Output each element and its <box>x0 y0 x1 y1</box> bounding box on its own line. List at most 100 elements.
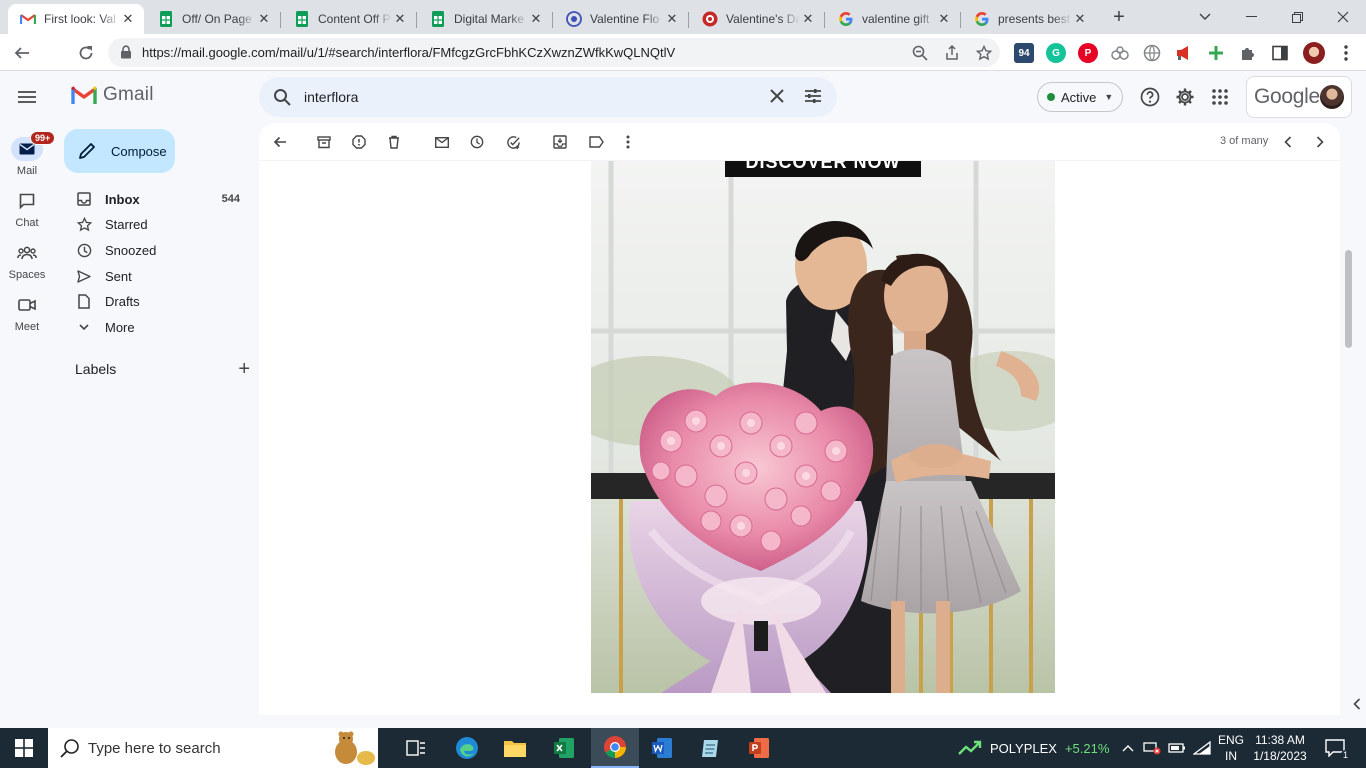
notepad-icon[interactable] <box>688 728 734 768</box>
language-indicator[interactable]: ENG IN <box>1218 732 1244 764</box>
help-icon[interactable] <box>1137 84 1163 110</box>
tab-first-look[interactable]: First look: Val ✕ <box>8 4 144 34</box>
bookmark-star-icon[interactable] <box>975 44 993 62</box>
wifi-icon[interactable] <box>1191 728 1213 768</box>
megaphone-icon[interactable] <box>1174 43 1194 63</box>
edge-icon[interactable] <box>444 728 490 768</box>
discover-now-banner[interactable]: DISCOVER NOW <box>725 161 921 177</box>
rail-item-spaces[interactable]: Spaces <box>0 241 54 281</box>
rail-item-meet[interactable]: Meet <box>0 293 54 333</box>
restore-button[interactable] <box>1274 0 1320 34</box>
newer-chevron-icon[interactable] <box>1277 131 1299 153</box>
side-panel-toggle-icon[interactable] <box>1348 694 1366 714</box>
status-selector[interactable]: Active ▼ <box>1037 82 1123 112</box>
taskbar-search-box[interactable]: Type here to search <box>48 728 378 768</box>
rail-item-chat[interactable]: Chat <box>0 189 54 229</box>
back-to-search-icon[interactable] <box>269 131 291 153</box>
chrome-menu-icon[interactable] <box>1336 43 1356 63</box>
sidebar-item-snoozed[interactable]: Snoozed <box>54 237 250 263</box>
archive-icon[interactable] <box>313 131 335 153</box>
main-menu-icon[interactable] <box>14 84 40 110</box>
compose-button[interactable]: Compose <box>64 129 175 173</box>
rail-item-mail[interactable]: 99+ Mail <box>0 131 56 177</box>
tab-valentines-day[interactable]: Valentine's Da ✕ <box>690 4 825 34</box>
clear-search-icon[interactable] <box>769 88 785 107</box>
zoom-icon[interactable] <box>911 44 929 62</box>
search-input[interactable] <box>304 86 744 108</box>
mark-unread-icon[interactable] <box>431 131 453 153</box>
back-button[interactable] <box>8 39 36 67</box>
extension-icon[interactable] <box>1110 43 1130 63</box>
stock-change: +5.21% <box>1064 740 1110 756</box>
search-icon[interactable] <box>273 88 291 109</box>
gmail-logo[interactable]: Gmail <box>71 84 154 106</box>
network-error-icon[interactable] <box>1141 728 1163 768</box>
lock-icon[interactable] <box>120 45 132 62</box>
tab-valentine-gift[interactable]: valentine gift ✕ <box>826 4 961 34</box>
close-icon[interactable]: ✕ <box>120 11 136 27</box>
address-bar[interactable]: https://mail.google.com/mail/u/1/#search… <box>108 38 1000 67</box>
minimize-button[interactable] <box>1228 0 1274 34</box>
globe-extension-icon[interactable] <box>1142 43 1162 63</box>
sidebar-item-drafts[interactable]: Drafts <box>54 288 250 314</box>
side-panel-icon[interactable] <box>1270 43 1290 63</box>
report-spam-icon[interactable] <box>348 131 370 153</box>
mail-search-bar[interactable] <box>259 77 837 117</box>
search-options-icon[interactable] <box>804 88 822 107</box>
powerpoint-icon[interactable] <box>736 728 782 768</box>
start-windows-icon[interactable] <box>0 728 48 768</box>
app-rail: 99+ Mail Chat Spaces Meet <box>0 123 56 728</box>
show-hidden-icons-icon[interactable] <box>1118 728 1138 768</box>
pinterest-icon[interactable]: P <box>1078 43 1098 63</box>
add-extension-icon[interactable] <box>1206 43 1226 63</box>
label-icon[interactable] <box>585 131 607 153</box>
scrollbar-track[interactable] <box>1341 161 1355 715</box>
status-dot-icon <box>1047 93 1055 101</box>
apps-grid-icon[interactable] <box>1207 84 1233 110</box>
task-view-icon[interactable] <box>394 728 438 768</box>
clock[interactable]: 11:38 AM 1/18/2023 <box>1249 732 1311 764</box>
file-explorer-icon[interactable] <box>492 728 538 768</box>
add-label-icon[interactable]: + <box>238 359 250 379</box>
share-icon[interactable] <box>943 44 961 62</box>
sidebar-item-more[interactable]: More <box>54 314 250 340</box>
reload-button[interactable] <box>72 39 100 67</box>
word-icon[interactable] <box>639 728 685 768</box>
window-close-button[interactable] <box>1320 0 1366 34</box>
more-options-icon[interactable] <box>617 131 639 153</box>
settings-gear-icon[interactable] <box>1172 84 1198 110</box>
extension-badge-icon[interactable]: 94 <box>1014 43 1034 63</box>
close-icon[interactable]: ✕ <box>936 11 952 27</box>
scrollbar-thumb[interactable] <box>1345 250 1352 348</box>
close-icon[interactable]: ✕ <box>1072 11 1088 27</box>
google-account-button[interactable]: Google <box>1246 76 1352 118</box>
delete-icon[interactable] <box>383 131 405 153</box>
close-icon[interactable]: ✕ <box>256 11 272 27</box>
move-to-icon[interactable] <box>549 131 571 153</box>
stock-widget[interactable]: POLYPLEX +5.21% <box>958 728 1109 768</box>
tab-presents-best[interactable]: presents best ✕ <box>962 4 1096 34</box>
tab-valentine-flowers[interactable]: Valentine Flo ✕ <box>554 4 689 34</box>
close-icon[interactable]: ✕ <box>800 11 816 27</box>
snooze-icon[interactable] <box>466 131 488 153</box>
battery-icon[interactable] <box>1166 728 1188 768</box>
close-icon[interactable]: ✕ <box>664 11 680 27</box>
tab-digital-marketing[interactable]: Digital Marke ✕ <box>418 4 553 34</box>
excel-icon[interactable] <box>541 728 587 768</box>
puzzle-icon[interactable] <box>1238 43 1258 63</box>
sidebar-item-sent[interactable]: Sent <box>54 263 250 289</box>
tab-search-chevron-icon[interactable] <box>1182 0 1228 34</box>
chrome-taskbar-icon[interactable] <box>591 728 639 768</box>
sidebar-item-starred[interactable]: Starred <box>54 211 250 237</box>
grammarly-icon[interactable]: G <box>1046 43 1066 63</box>
profile-avatar-icon[interactable] <box>1303 42 1325 64</box>
older-chevron-icon[interactable] <box>1309 131 1331 153</box>
close-icon[interactable]: ✕ <box>528 11 544 27</box>
tab-content-off-page[interactable]: Content Off P ✕ <box>282 4 417 34</box>
add-task-icon[interactable] <box>502 131 524 153</box>
sidebar-item-inbox[interactable]: Inbox 544 <box>54 186 250 212</box>
notification-center-icon[interactable]: 1 <box>1318 728 1352 768</box>
tab-off-on-page[interactable]: Off/ On Page ✕ <box>146 4 281 34</box>
new-tab-button[interactable]: + <box>1108 6 1130 28</box>
close-icon[interactable]: ✕ <box>392 11 408 27</box>
